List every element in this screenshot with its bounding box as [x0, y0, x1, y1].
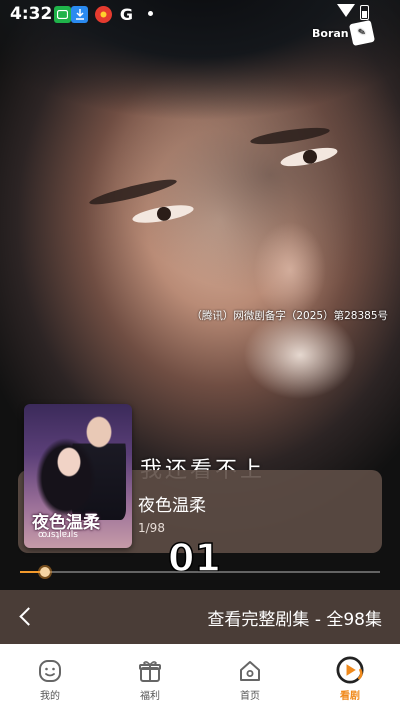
watermark-text: Boran [312, 26, 349, 40]
google-icon: G [119, 5, 134, 24]
episode-number-overlay: 01 [167, 535, 221, 581]
video-frame-eye-left [131, 201, 195, 227]
chat-app-icon [54, 6, 71, 23]
tab-label: 首页 [240, 691, 260, 702]
tab-welfare[interactable]: 福利 [100, 644, 200, 712]
watermark-logo-icon: ✎ [348, 19, 375, 47]
tab-watch[interactable]: 看剧 [300, 644, 400, 712]
status-time: 4:32 [10, 4, 53, 24]
drama-title: 夜色温柔 [138, 496, 206, 516]
tab-label: 看剧 [340, 691, 360, 702]
tab-label: 福利 [140, 691, 160, 702]
video-frame-brow-left [87, 175, 179, 209]
download-icon [71, 6, 88, 23]
poster-subtitle: ꝏɹsʇlɐɹls [38, 530, 78, 540]
tab-mine[interactable]: 我的 [0, 644, 100, 712]
video-progress-bar[interactable] [20, 567, 380, 577]
notification-dot [148, 11, 153, 16]
tab-home[interactable]: 首页 [200, 644, 300, 712]
play-circle-icon [336, 656, 364, 684]
home-icon [240, 661, 260, 681]
chevron-left-icon[interactable] [19, 607, 38, 626]
news-app-icon [95, 6, 112, 23]
license-text: （腾讯）网微剧备字（2025）第28385号 [191, 310, 388, 322]
tab-label: 我的 [40, 691, 60, 702]
battery-icon [360, 5, 369, 20]
bottom-tab-bar: 我的 福利 首页 看剧 [0, 644, 400, 712]
episodes-bar[interactable]: 查看完整剧集 - 全98集 [0, 590, 400, 644]
watermark: Boran ✎ [312, 19, 375, 47]
episode-count: 1/98 [138, 521, 165, 535]
wifi-icon [337, 4, 355, 17]
view-all-episodes-link[interactable]: 查看完整剧集 - 全98集 [207, 605, 382, 630]
smile-face-icon [39, 660, 61, 682]
drama-poster[interactable]: 夜色温柔 ꝏɹsʇlɐɹls [24, 404, 132, 548]
gift-icon [139, 661, 161, 682]
